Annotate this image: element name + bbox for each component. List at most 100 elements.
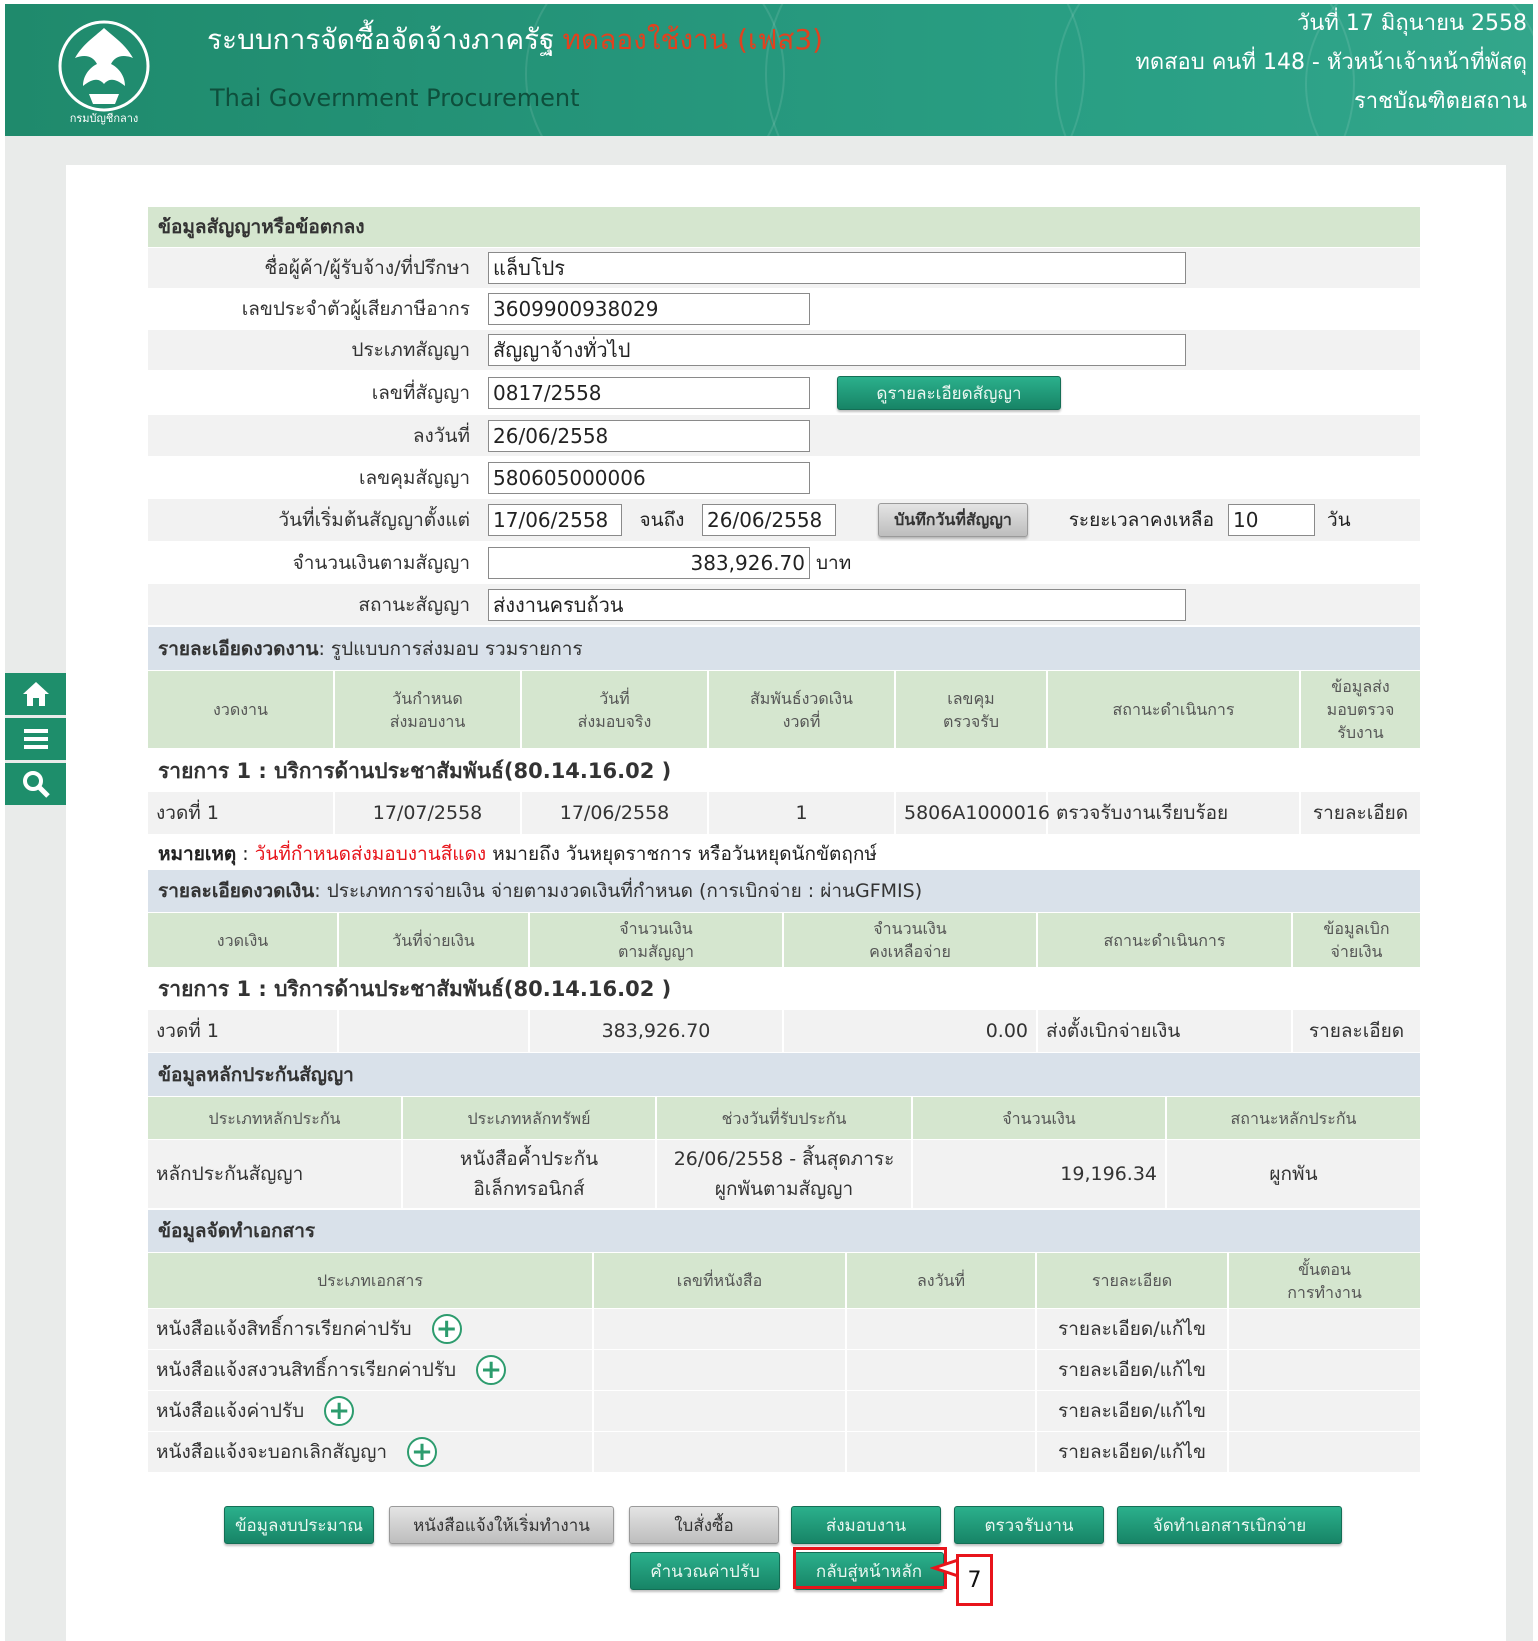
contract-amount-row: จำนวนเงินตามสัญญา 383,926.70 บาท bbox=[148, 542, 1420, 583]
step-highlight-box bbox=[793, 1547, 947, 1589]
save-contract-date-button[interactable]: บันทึกวันที่สัญญา bbox=[878, 503, 1028, 537]
documents-table-header: ประเภทเอกสาร เลขที่หนังสือ ลงวันที่ รายละเอ… bbox=[148, 1253, 1420, 1308]
contract-section-title: ข้อมูลสัญญาหรือข้อตกลง bbox=[148, 207, 1420, 247]
guarantee-table-row: หลักประกันสัญญา หนังสือค้ำประกัน อิเล็กทร… bbox=[148, 1140, 1420, 1208]
document-edit-link[interactable]: รายละเอียด/แก้ไข bbox=[1037, 1391, 1229, 1431]
contract-period-row: วันที่เริ่มต้นสัญญาตั้งแต่ 17/06/2558 จน… bbox=[148, 499, 1420, 541]
note-red-text: วันที่กำหนดส่งมอบงานสีแดง bbox=[254, 843, 487, 865]
user-name: ทดสอบ คนที่ 148 - หัวหน้าเจ้าหน้าที่พัสด… bbox=[1135, 50, 1527, 75]
add-document-icon[interactable]: + bbox=[324, 1396, 355, 1426]
amount-unit: บาท bbox=[816, 551, 852, 574]
guarantee-cell-0: หลักประกันสัญญา bbox=[148, 1140, 403, 1208]
delivery-col-4: เลขคุม ตรวจรับ bbox=[896, 671, 1048, 748]
payment-section-title: รายละเอียดงวดเงิน : ประเภทการจ่ายเงิน จ่… bbox=[148, 870, 1420, 912]
contract-status-row: สถานะสัญญา ส่งงานครบถ้วน bbox=[148, 584, 1420, 625]
contract-type-field[interactable]: สัญญาจ้างทั่วไป bbox=[488, 334, 1186, 366]
payment-col-3: จำนวนเงิน คงเหลือจ่าย bbox=[784, 913, 1038, 967]
guarantee-cell-2: 26/06/2558 - สิ้นสุดภาระ ผูกพันตามสัญญา bbox=[657, 1140, 913, 1208]
document-empty-cell bbox=[594, 1350, 847, 1390]
view-contract-button[interactable]: ดูรายละเอียดสัญญา bbox=[837, 376, 1061, 410]
start-work-letter-button[interactable]: หนังสือแจ้งให้เริ่มทำงาน bbox=[389, 1506, 614, 1544]
vendor-field[interactable]: แล็บโปร bbox=[488, 252, 1186, 284]
inspect-work-button[interactable]: ตรวจรับงาน bbox=[954, 1506, 1104, 1544]
home-button[interactable] bbox=[5, 673, 67, 715]
deliver-work-button[interactable]: ส่งมอบงาน bbox=[791, 1506, 941, 1544]
delivery-item-title: รายการ 1 : บริการด้านประชาสัมพันธ์(80.14… bbox=[148, 750, 1420, 792]
end-date-field[interactable]: 26/06/2558 bbox=[702, 504, 836, 536]
guarantee-col-0: ประเภทหลักประกัน bbox=[148, 1097, 403, 1139]
until-label: จนถึง bbox=[639, 509, 685, 531]
purchase-order-button[interactable]: ใบสั่งซื้อ bbox=[629, 1506, 779, 1544]
document-empty-cell bbox=[594, 1309, 847, 1349]
document-type-label: หนังสือแจ้งสิทธิ์การเรียกค่าปรับ bbox=[156, 1318, 412, 1340]
document-type-label: หนังสือแจ้งจะบอกเลิกสัญญา bbox=[156, 1441, 388, 1463]
start-date-field[interactable]: 17/06/2558 bbox=[488, 504, 622, 536]
sign-date-row: ลงวันที่ 26/06/2558 bbox=[148, 415, 1420, 456]
document-row: หนังสือแจ้งค่าปรับ + รายละเอียด/แก้ไข bbox=[148, 1391, 1420, 1431]
payment-cell-4: ส่งตั้งเบิกจ่ายเงิน bbox=[1038, 1010, 1293, 1052]
remaining-days-field[interactable]: 10 bbox=[1228, 504, 1315, 536]
contract-status-field[interactable]: ส่งงานครบถ้วน bbox=[488, 588, 1186, 621]
guarantee-cell-3: 19,196.34 bbox=[913, 1140, 1167, 1208]
documents-col-3: รายละเอียด bbox=[1037, 1253, 1229, 1308]
documents-col-0: ประเภทเอกสาร bbox=[148, 1253, 594, 1308]
contract-type-row: ประเภทสัญญา สัญญาจ้างทั่วไป bbox=[148, 330, 1420, 370]
search-button[interactable] bbox=[5, 763, 67, 805]
control-number-field[interactable]: 580605000006 bbox=[488, 461, 810, 494]
side-toolbar bbox=[5, 673, 67, 808]
guarantee-col-2: ช่วงวันที่รับประกัน bbox=[657, 1097, 913, 1139]
guarantee-cell-4: ผูกพัน bbox=[1269, 1163, 1318, 1185]
guarantee-col-4: สถานะหลักประกัน bbox=[1230, 1108, 1357, 1128]
step-number-badge: 7 bbox=[956, 1554, 993, 1606]
current-date: วันที่ 17 มิถุนายน 2558 bbox=[1296, 11, 1527, 36]
guarantee-cell-1: หนังสือค้ำประกัน อิเล็กทรอนิกส์ bbox=[403, 1140, 657, 1208]
document-type-cell: หนังสือแจ้งสิทธิ์การเรียกค่าปรับ + bbox=[148, 1309, 594, 1349]
app-header: กรมบัญชีกลาง ระบบการจัดซื้อจัดจ้างภาครัฐ… bbox=[5, 4, 1533, 136]
delivery-col-6: ข้อมูลส่ง มอบตรวจ รับงาน bbox=[1326, 677, 1395, 742]
delivery-cell-5: ตรวจรับงานเรียบร้อย bbox=[1048, 792, 1301, 834]
guarantee-col-1: ประเภทหลักทรัพย์ bbox=[403, 1097, 657, 1139]
sign-date-label: ลงวันที่ bbox=[412, 424, 470, 447]
menu-button[interactable] bbox=[5, 718, 67, 760]
add-document-icon[interactable]: + bbox=[476, 1355, 507, 1385]
payment-detail-link[interactable]: รายละเอียด bbox=[1293, 1010, 1420, 1052]
remaining-unit: วัน bbox=[1327, 509, 1351, 531]
delivery-col-5: สถานะดำเนินการ bbox=[1048, 671, 1301, 748]
contract-amount-field[interactable]: 383,926.70 bbox=[488, 546, 810, 579]
calculate-penalty-button[interactable]: คำนวณค่าปรับ bbox=[630, 1552, 780, 1590]
delivery-section-title: รายละเอียดงวดงาน : รูปแบบการส่งมอบ รวมรา… bbox=[148, 627, 1420, 670]
delivery-note: หมายเหตุ : วันที่กำหนดส่งมอบงานสีแดง หมา… bbox=[158, 836, 877, 872]
delivery-detail-link[interactable]: รายละเอียด bbox=[1301, 792, 1420, 834]
contract-amount-label: จำนวนเงินตามสัญญา bbox=[292, 551, 470, 574]
control-number-label: เลขคุมสัญญา bbox=[358, 466, 470, 489]
tax-id-field[interactable]: 3609900938029 bbox=[488, 293, 810, 325]
vendor-label: ชื่อผู้ค้า/ผู้รับจ้าง/ที่ปรึกษา bbox=[264, 257, 470, 279]
document-step-cell bbox=[1229, 1391, 1420, 1431]
payment-item-title: รายการ 1 : บริการด้านประชาสัมพันธ์(80.14… bbox=[148, 968, 1420, 1010]
sign-date-field[interactable]: 26/06/2558 bbox=[488, 419, 810, 452]
tax-label: เลขประจำตัวผู้เสียภาษีอากร bbox=[241, 298, 470, 320]
payment-col-1: วันที่จ่ายเงิน bbox=[339, 913, 530, 967]
add-document-icon[interactable]: + bbox=[431, 1314, 462, 1344]
payment-cell-1 bbox=[339, 1010, 530, 1052]
delivery-table-row: งวดที่ 1 17/07/2558 17/06/2558 1 5806A100001… bbox=[148, 792, 1420, 834]
document-edit-link[interactable]: รายละเอียด/แก้ไข bbox=[1037, 1432, 1229, 1472]
document-edit-link[interactable]: รายละเอียด/แก้ไข bbox=[1037, 1350, 1229, 1390]
contract-number-row: เลขที่สัญญา 0817/2558 ดูรายละเอียดสัญญา bbox=[148, 372, 1420, 414]
document-edit-link[interactable]: รายละเอียด/แก้ไข bbox=[1037, 1309, 1229, 1349]
document-empty-cell bbox=[847, 1309, 1037, 1349]
document-type-cell: หนังสือแจ้งค่าปรับ + bbox=[148, 1391, 594, 1431]
add-document-icon[interactable]: + bbox=[407, 1437, 438, 1467]
document-row: หนังสือแจ้งสิทธิ์การเรียกค่าปรับ + รายละเอ… bbox=[148, 1309, 1420, 1349]
budget-info-button[interactable]: ข้อมูลงบประมาณ bbox=[224, 1506, 374, 1544]
guarantee-table-header: ประเภทหลักประกัน ประเภทหลักทรัพย์ ช่วงวันท… bbox=[148, 1097, 1420, 1139]
document-type-label: หนังสือแจ้งค่าปรับ bbox=[156, 1400, 305, 1422]
vendor-row: ชื่อผู้ค้า/ผู้รับจ้าง/ที่ปรึกษา แล็บโปร bbox=[148, 248, 1420, 288]
disbursement-docs-button[interactable]: จัดทำเอกสารเบิกจ่าย bbox=[1117, 1506, 1342, 1544]
payment-col-4: สถานะดำเนินการ bbox=[1038, 913, 1293, 967]
payment-cell-2: 383,926.70 bbox=[530, 1010, 784, 1052]
delivery-cell-4: 5806A1000016 bbox=[896, 792, 1050, 834]
contract-number-field[interactable]: 0817/2558 bbox=[488, 377, 810, 409]
cgd-logo-icon: กรมบัญชีกลาง bbox=[58, 20, 150, 125]
document-empty-cell bbox=[594, 1432, 847, 1472]
